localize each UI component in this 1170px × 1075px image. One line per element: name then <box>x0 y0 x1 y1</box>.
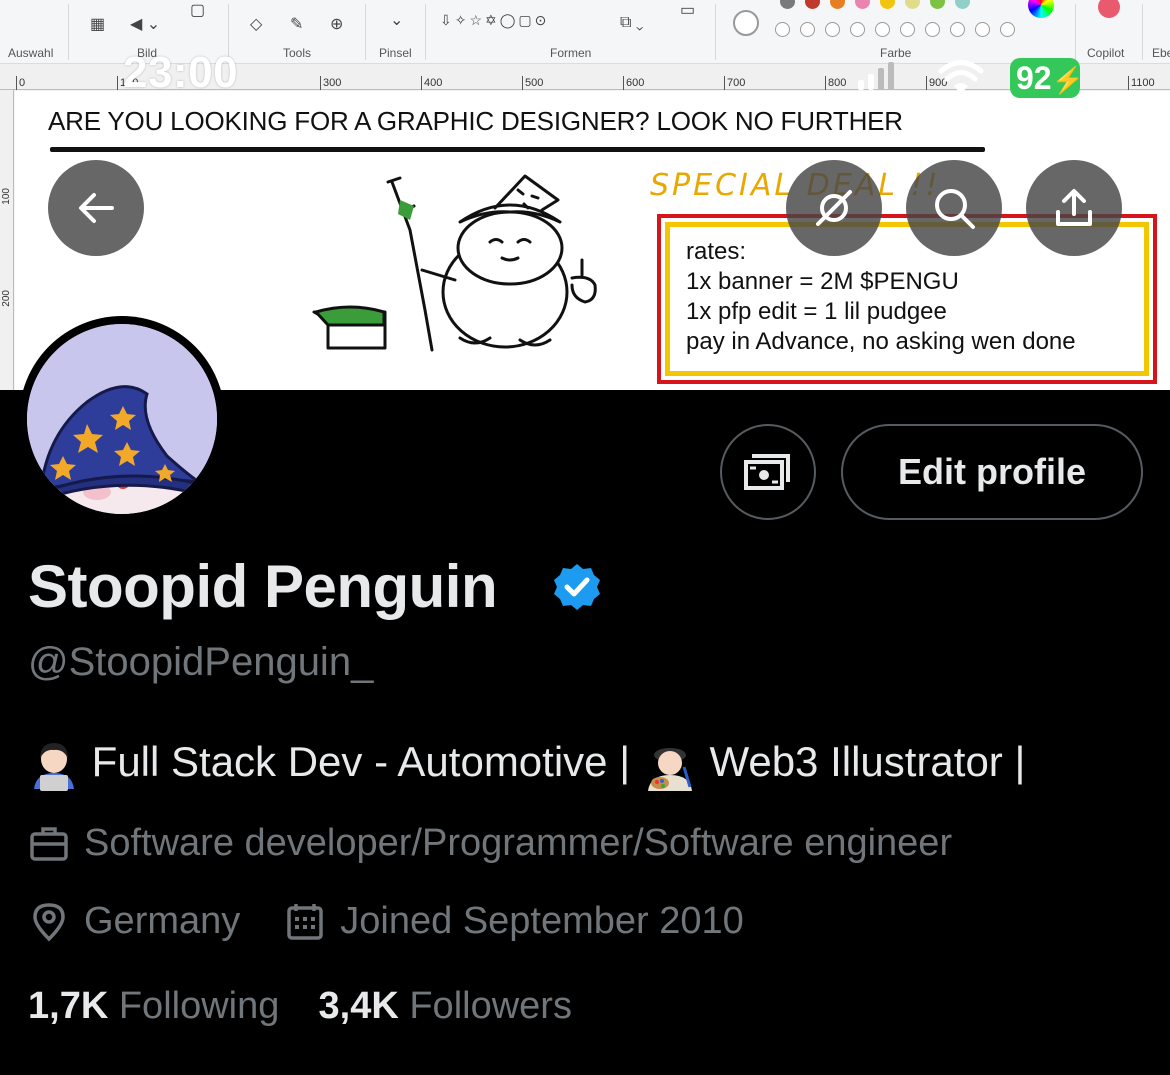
location-joined-row: Germany Joined September 2010 <box>28 900 744 943</box>
color-picker-icon: ✎ <box>290 16 304 33</box>
color-swatch-empty <box>925 22 940 37</box>
avatar-penguin-wizard-image <box>27 324 217 514</box>
brush-dropdown-icon: ⌄ <box>390 12 404 29</box>
ruler-tick: 0 <box>16 76 25 90</box>
following-link[interactable]: 1,7K Following <box>28 985 290 1027</box>
color-swatch-empty <box>1000 22 1015 37</box>
profession-text: Software developer/Programmer/Software e… <box>84 822 953 864</box>
shape-fill-icon: ⧉ ⌄ <box>620 14 644 31</box>
copilot-icon <box>1098 0 1120 18</box>
ribbon-label-tools: Tools <box>283 46 312 60</box>
back-button[interactable] <box>48 160 144 256</box>
profession-row: Software developer/Programmer/Software e… <box>28 822 952 865</box>
bio-part-illustrator: Web3 Illustrator | <box>709 738 1026 786</box>
briefcase-icon <box>30 826 68 861</box>
display-name: Stoopid Penguin <box>28 553 498 620</box>
followers-link[interactable]: 3,4K Followers <box>319 985 572 1027</box>
eraser-icon: ◇ <box>250 16 263 33</box>
ruler-tick: 300 <box>320 76 341 90</box>
ribbon-label-copilot: Copilot <box>1087 46 1125 60</box>
back-arrow-icon <box>79 193 114 223</box>
color-swatch <box>930 0 945 9</box>
active-color-icon <box>733 10 759 36</box>
color-swatch <box>905 0 920 9</box>
rates-line-payment: pay in Advance, no asking wen done <box>686 328 1076 355</box>
verified-badge-icon[interactable] <box>552 562 602 612</box>
subscriptions-button[interactable] <box>720 424 816 520</box>
color-swatch <box>955 0 970 9</box>
ruler-tick: 800 <box>825 76 846 90</box>
ruler-tick: 400 <box>421 76 442 90</box>
satellite-off-icon <box>816 190 852 226</box>
following-count: 1,7K <box>28 985 109 1027</box>
edit-profile-button[interactable]: Edit profile <box>841 424 1143 520</box>
battery-level: 92 <box>1016 60 1052 96</box>
rates-line-banner: 1x banner = 2M $PENGU <box>686 268 959 295</box>
grok-button[interactable] <box>786 160 882 256</box>
status-time: 23:00 <box>123 48 239 97</box>
ribbon-label-farbe: Farbe <box>880 46 912 60</box>
location-text: Germany <box>84 900 241 942</box>
rates-line-pfp: 1x pfp edit = 1 lil pudgee <box>686 298 947 325</box>
color-swatch <box>880 0 895 9</box>
ruler-tick: 700 <box>724 76 745 90</box>
zoom-icon: ⊕ <box>330 16 344 33</box>
location-pin-icon <box>33 902 65 941</box>
color-swatch-empty <box>825 22 840 37</box>
color-swatch-empty <box>850 22 865 37</box>
vertical-ruler: 100 200 <box>0 90 14 390</box>
color-swatch-empty <box>775 22 790 37</box>
color-swatch-empty <box>875 22 890 37</box>
wizard-penguin-drawing <box>312 174 597 352</box>
color-swatch <box>830 0 845 9</box>
search-icon <box>935 189 975 229</box>
ruler-tick: 500 <box>522 76 543 90</box>
joined-date-text: Joined September 2010 <box>340 900 744 942</box>
ruler-tick: 600 <box>623 76 644 90</box>
search-button[interactable] <box>906 160 1002 256</box>
share-button[interactable] <box>1026 160 1122 256</box>
technologist-emoji-icon <box>34 743 74 791</box>
shapes-icon: ⇩✧☆✡◯▢⊙ <box>440 12 550 28</box>
share-icon <box>1056 189 1092 226</box>
ribbon-label-formen: Formen <box>550 46 592 60</box>
color-swatch <box>780 0 795 9</box>
profile-bio: Full Stack Dev - Automotive | Web3 Illus… <box>28 737 1025 793</box>
username-handle: @StoopidPenguin_ <box>28 640 374 684</box>
ruler-tick: 1100 <box>1128 76 1155 90</box>
color-wheel-icon <box>1028 0 1054 18</box>
headline-underline <box>50 147 985 152</box>
avatar[interactable] <box>19 316 225 522</box>
followers-label: Followers <box>409 985 572 1027</box>
wifi-icon <box>938 60 984 94</box>
color-swatch <box>805 0 820 9</box>
followers-count: 3,4K <box>318 985 399 1027</box>
follow-stats: 1,7K Following 3,4K Followers <box>28 985 572 1028</box>
color-swatch <box>855 0 870 9</box>
artist-emoji-icon <box>647 748 692 791</box>
color-swatch-empty <box>800 22 815 37</box>
ribbon-label-pinsel: Pinsel <box>379 46 412 60</box>
ribbon-label-auswahl: Auswahl <box>8 46 54 60</box>
color-swatch-empty <box>900 22 915 37</box>
image-icon: ▢ <box>190 2 206 19</box>
calendar-icon <box>287 903 324 940</box>
subscriptions-icon <box>744 454 790 490</box>
outline-icon: ▭ <box>680 2 696 19</box>
color-swatch-empty <box>975 22 990 37</box>
ruler-tick: 100 <box>1 188 12 205</box>
ribbon-label-ebenen: Ebe <box>1152 46 1170 60</box>
ruler-tick: 200 <box>1 290 12 307</box>
following-label: Following <box>118 985 280 1027</box>
banner-headline: ARE YOU LOOKING FOR A GRAPHIC DESIGNER? … <box>48 106 903 136</box>
battery-icon: 92⚡ <box>1010 58 1084 98</box>
bio-part-dev: Full Stack Dev - Automotive | <box>91 738 631 786</box>
resize-icon: ▦ <box>90 16 106 33</box>
signal-icon <box>858 62 894 90</box>
color-swatch-empty <box>950 22 965 37</box>
rotate-icon: ◀ ⌄ <box>130 16 161 33</box>
